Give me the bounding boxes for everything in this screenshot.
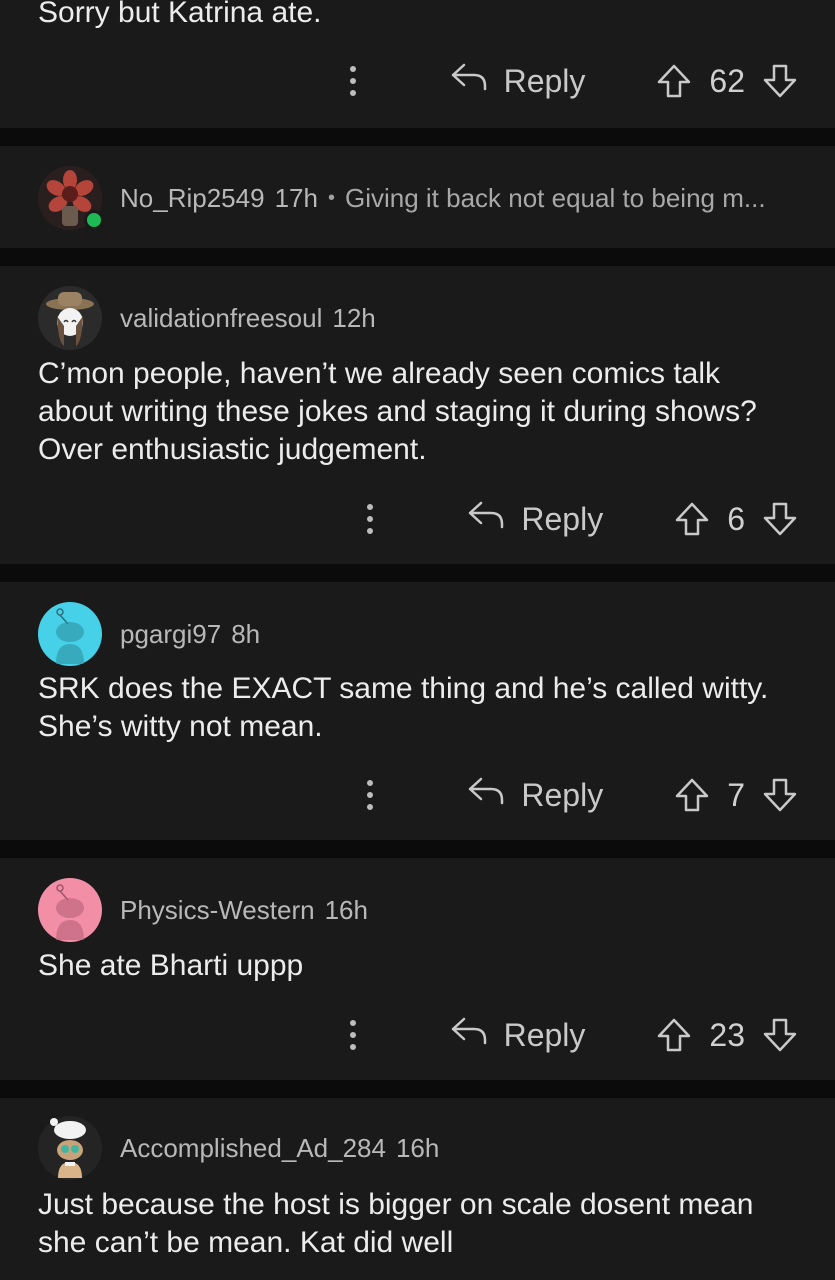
username[interactable]: pgargi97 [120, 619, 221, 650]
upvote-icon[interactable] [657, 1017, 691, 1053]
comment-body: Sorry but Katrina ate. [38, 0, 322, 29]
reply-button[interactable]: Reply [467, 500, 603, 538]
comment-header: pgargi97 8h [38, 602, 260, 666]
downvote-icon[interactable] [763, 501, 797, 537]
comment-card: Sorry but Katrina ate. Reply 62 [0, 0, 835, 128]
reply-label: Reply [503, 62, 586, 99]
upvote-icon[interactable] [657, 63, 691, 99]
more-options-icon[interactable] [338, 56, 368, 106]
comment-actions: Reply 7 [355, 770, 797, 820]
username[interactable]: No_Rip2549 [120, 183, 265, 214]
upvote-icon[interactable] [675, 777, 709, 813]
comment-body: SRK does the EXACT same thing and he’s c… [38, 672, 769, 743]
timestamp: 17h [274, 182, 318, 213]
more-options-icon[interactable] [355, 494, 385, 544]
reply-icon [467, 776, 505, 814]
comment-actions: Reply 23 [338, 1010, 797, 1060]
vote-controls: 6 [675, 501, 797, 538]
avatar[interactable] [38, 1116, 102, 1180]
reply-icon [450, 62, 488, 100]
separator: • [327, 186, 335, 209]
vote-count: 6 [727, 500, 745, 537]
comment-header: No_Rip2549 17h • Giving it back not equa… [38, 166, 766, 230]
reply-button[interactable]: Reply [450, 1016, 586, 1054]
chef-snoo-avatar-icon [38, 1116, 102, 1180]
reply-button[interactable]: Reply [467, 776, 603, 814]
avatar[interactable] [38, 602, 102, 666]
vote-count: 7 [727, 776, 745, 813]
vote-controls: 7 [675, 777, 797, 814]
reply-label: Reply [521, 500, 604, 537]
more-options-icon[interactable] [338, 1010, 368, 1060]
vote-controls: 23 [657, 1017, 797, 1054]
comment-header: Physics-Western 16h [38, 878, 368, 942]
cowboy-hat-avatar-icon [38, 286, 102, 350]
vote-count: 62 [709, 62, 745, 99]
avatar[interactable] [38, 166, 104, 230]
timestamp: 16h [324, 894, 368, 925]
avatar[interactable] [38, 286, 102, 350]
username[interactable]: validationfreesoul [120, 303, 322, 334]
comment-actions: Reply 62 [338, 56, 797, 106]
username[interactable]: Physics-Western [120, 895, 315, 926]
comment-body: She ate Bharti uppp [38, 949, 304, 982]
online-status-icon [84, 210, 104, 230]
avatar[interactable] [38, 878, 102, 942]
reply-label: Reply [503, 1016, 586, 1053]
reply-icon [467, 500, 505, 538]
snoo-avatar-icon [38, 878, 102, 942]
downvote-icon[interactable] [763, 777, 797, 813]
timestamp: 8h [231, 618, 261, 649]
comment-card: validationfreesoul 12h C’mon people, hav… [0, 266, 835, 564]
downvote-icon[interactable] [763, 63, 797, 99]
timestamp: 12h [332, 302, 376, 333]
comment-card: Accomplished_Ad_284 16h Just because the… [0, 1098, 835, 1280]
comment-body: C’mon people, haven’t we already seen co… [38, 357, 757, 466]
username[interactable]: Accomplished_Ad_284 [120, 1133, 386, 1164]
reply-label: Reply [521, 776, 604, 813]
comment-card: Physics-Western 16h She ate Bharti uppp … [0, 858, 835, 1080]
reply-button[interactable]: Reply [450, 62, 586, 100]
comment-body: Just because the host is bigger on scale… [38, 1188, 754, 1259]
comment-preview: Giving it back not equal to being m... [344, 182, 766, 213]
comment-header: validationfreesoul 12h [38, 286, 376, 350]
collapsed-comment-card[interactable]: No_Rip2549 17h • Giving it back not equa… [0, 146, 835, 248]
downvote-icon[interactable] [763, 1017, 797, 1053]
comment-actions: Reply 6 [355, 494, 797, 544]
vote-controls: 62 [657, 63, 797, 100]
more-options-icon[interactable] [355, 770, 385, 820]
comment-card: pgargi97 8h SRK does the EXACT same thin… [0, 582, 835, 840]
timestamp: 16h [395, 1132, 440, 1163]
reply-icon [450, 1016, 488, 1054]
snoo-avatar-icon [38, 602, 102, 666]
vote-count: 23 [709, 1016, 745, 1053]
upvote-icon[interactable] [675, 501, 709, 537]
comment-header: Accomplished_Ad_284 16h [38, 1116, 439, 1180]
